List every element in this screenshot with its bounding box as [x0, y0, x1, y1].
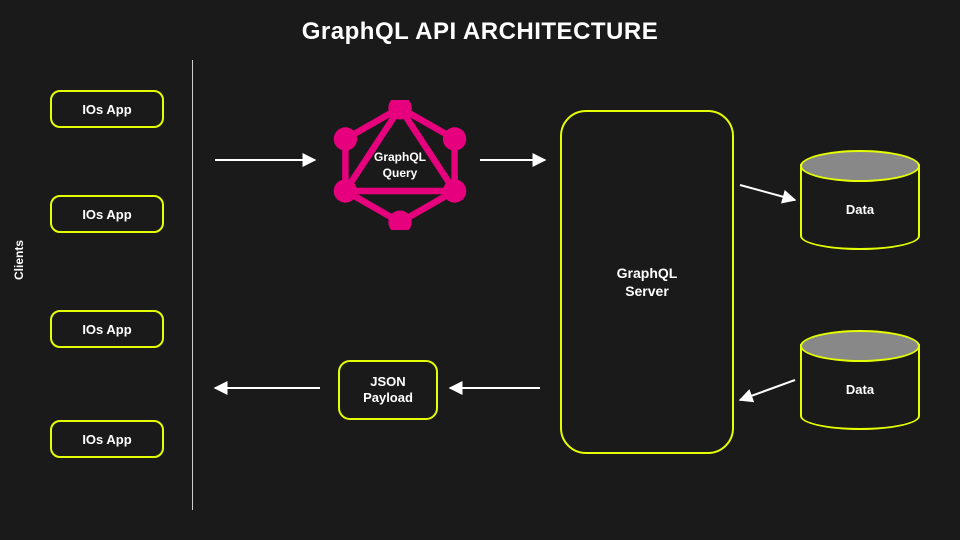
arrow-server-to-db1	[740, 185, 795, 200]
diagram-canvas: GraphQL API ARCHITECTURE Clients IOs App…	[0, 0, 960, 540]
arrow-db2-to-server	[740, 380, 795, 400]
flow-arrows	[0, 0, 960, 540]
